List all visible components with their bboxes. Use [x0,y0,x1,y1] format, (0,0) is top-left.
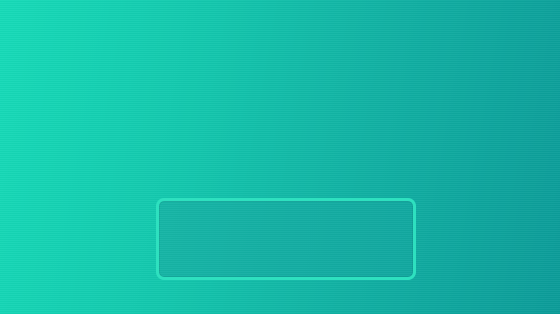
empty-panel [156,198,416,280]
background-screen [0,0,560,314]
